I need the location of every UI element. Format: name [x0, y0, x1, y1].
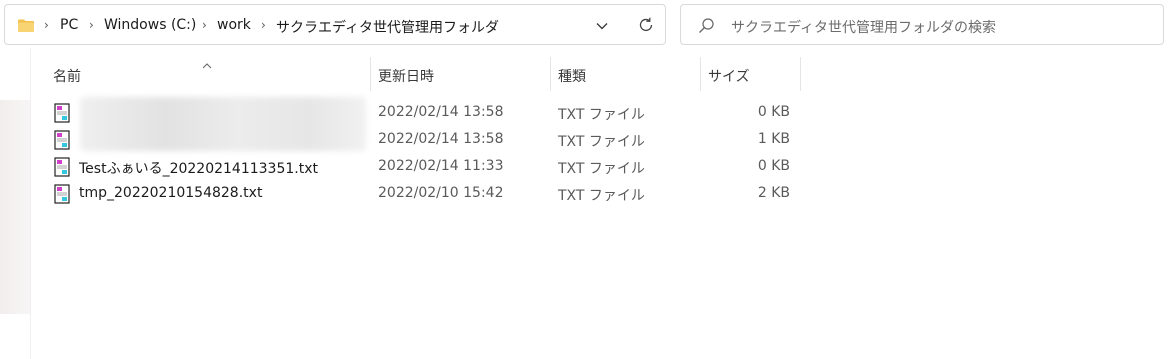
- navigation-pane-edge: [0, 100, 30, 314]
- file-type: TXT ファイル: [558, 161, 645, 177]
- text-file-icon: [54, 130, 70, 154]
- file-date: 2022/02/14 13:58: [378, 131, 504, 147]
- search-box[interactable]: サクラエディタ世代管理用フォルダの検索: [680, 4, 1164, 45]
- file-type: TXT ファイル: [558, 107, 645, 123]
- file-size: 0 KB: [757, 104, 790, 120]
- column-header-date[interactable]: 更新日時: [378, 66, 434, 86]
- search-placeholder[interactable]: サクラエディタ世代管理用フォルダの検索: [731, 17, 996, 37]
- chevron-right-icon[interactable]: ›: [89, 18, 94, 32]
- breadcrumb-pc[interactable]: PC: [60, 17, 78, 33]
- file-size: 1 KB: [757, 131, 790, 147]
- file-type: TXT ファイル: [558, 134, 645, 150]
- text-file-icon: [54, 184, 70, 208]
- table-row[interactable]: tmp_20220210154828.txt 2022/02/10 15:42 …: [48, 180, 798, 207]
- column-divider[interactable]: [800, 57, 801, 91]
- column-divider[interactable]: [550, 57, 551, 91]
- breadcrumb-current-folder[interactable]: サクラエディタ世代管理用フォルダ: [276, 17, 499, 37]
- search-icon: [698, 17, 715, 38]
- pane-divider[interactable]: [30, 48, 31, 359]
- table-row[interactable]: 2022/02/14 13:58 TXT ファイル 1 KB: [48, 126, 798, 153]
- breadcrumb-drive[interactable]: Windows (C:): [104, 17, 196, 33]
- address-bar[interactable]: › PC › Windows (C:) › work › サクラエディタ世代管理…: [4, 4, 666, 45]
- chevron-down-icon[interactable]: [595, 18, 609, 37]
- column-header-size[interactable]: サイズ: [708, 66, 750, 86]
- file-name: tmp_20220210154828.txt: [79, 185, 263, 201]
- file-name: Testふぁいる_20220214113351.txt: [79, 161, 318, 177]
- text-file-icon: [54, 103, 70, 127]
- chevron-right-icon[interactable]: ›: [202, 18, 207, 32]
- folder-icon: [17, 18, 35, 37]
- sort-ascending-icon: [201, 55, 213, 74]
- table-row[interactable]: Testふぁいる_20220214113351.txt 2022/02/14 1…: [48, 153, 798, 180]
- file-date: 2022/02/14 11:33: [378, 158, 504, 174]
- refresh-icon[interactable]: [637, 16, 655, 38]
- breadcrumb-work[interactable]: work: [217, 17, 251, 33]
- text-file-icon: [54, 157, 70, 181]
- column-divider[interactable]: [700, 57, 701, 91]
- chevron-right-icon: ›: [44, 18, 49, 32]
- file-date: 2022/02/14 13:58: [378, 104, 504, 120]
- file-size: 2 KB: [757, 185, 790, 201]
- column-divider[interactable]: [370, 57, 371, 91]
- column-header-name[interactable]: 名前: [53, 66, 81, 86]
- file-size: 0 KB: [757, 158, 790, 174]
- file-type: TXT ファイル: [558, 188, 645, 204]
- chevron-right-icon[interactable]: ›: [261, 18, 266, 32]
- table-row[interactable]: 2022/02/14 13:58 TXT ファイル 0 KB: [48, 99, 798, 126]
- file-date: 2022/02/10 15:42: [378, 185, 504, 201]
- column-header-type[interactable]: 種類: [558, 66, 586, 86]
